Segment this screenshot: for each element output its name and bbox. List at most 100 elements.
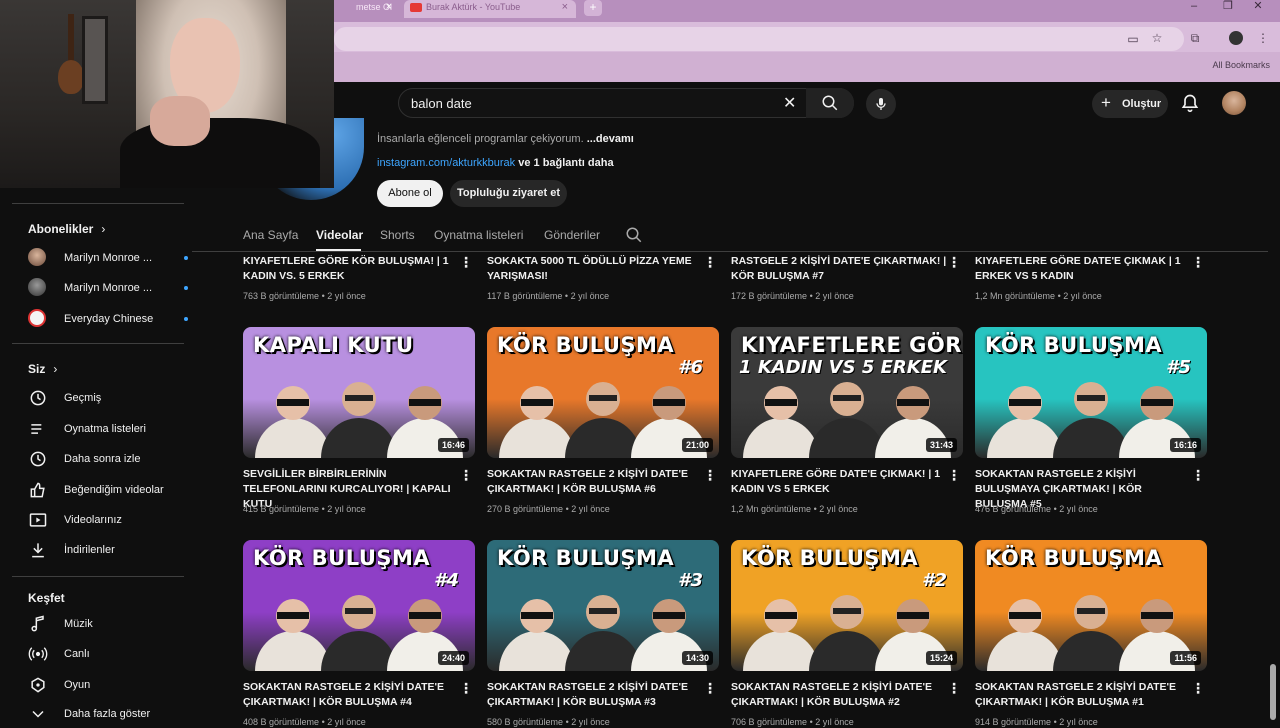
browser-tab-youtube[interactable]: Burak Aktürk - YouTube × [404, 0, 576, 18]
minimize-button[interactable]: – [1184, 0, 1204, 12]
address-bar[interactable] [334, 27, 1184, 51]
video-meta: 763 B görüntüleme • 2 yıl önce [243, 291, 366, 301]
video-menu-icon[interactable]: ⋮ [1191, 681, 1205, 695]
search-button[interactable] [806, 88, 854, 118]
all-bookmarks-link[interactable]: All Bookmarks [1212, 60, 1270, 70]
sidebar-item-liked-videos[interactable]: Beğendiğim videolar [28, 476, 188, 504]
tab-playlists[interactable]: Oynatma listeleri [434, 228, 523, 242]
sidebar-item-downloads[interactable]: İndirilenler [28, 536, 188, 564]
voice-search-button[interactable] [866, 89, 896, 119]
video-title[interactable]: SOKAKTAN RASTGELE 2 KİŞİYİ DATE'E ÇIKART… [487, 467, 707, 497]
meta-separator: • [1053, 717, 1057, 727]
video-menu-icon[interactable]: ⋮ [947, 255, 961, 269]
tab-shorts[interactable]: Shorts [380, 228, 415, 242]
channel-links[interactable]: instagram.com/akturkkburak ve 1 bağlantı… [377, 157, 614, 169]
page-scrollbar[interactable] [1270, 664, 1276, 720]
extensions-icon[interactable]: ⧉ [1188, 31, 1202, 45]
video-thumbnail[interactable]: KÖR BULUŞMA #6 21:00 [487, 327, 719, 458]
video-thumbnail[interactable]: KIYAFETLERE GÖRE DATE1 KADIN VS 5 ERKEK3… [731, 327, 963, 458]
thumbnail-title-text: KÖR BULUŞMA [497, 333, 675, 357]
tab-videos[interactable]: Videolar [316, 228, 363, 242]
search-input[interactable]: balon date [411, 96, 472, 111]
video-menu-icon[interactable]: ⋮ [459, 468, 473, 482]
video-title[interactable]: KIYAFETLERE GÖRE DATE'E ÇIKMAK | 1 ERKEK… [975, 254, 1195, 284]
explore-heading: Keşfet [28, 591, 65, 605]
video-menu-icon[interactable]: ⋮ [703, 255, 717, 269]
video-title[interactable]: SOKAKTAN RASTGELE 2 KİŞİYİ DATE'E ÇIKART… [243, 680, 463, 710]
video-views: 476 B görüntüleme [975, 504, 1052, 514]
video-menu-icon[interactable]: ⋮ [1191, 255, 1205, 269]
channel-description[interactable]: İnsanlarla eğlenceli programlar çekiyoru… [377, 133, 634, 145]
sidebar-subscription-3[interactable]: Everyday Chinese [28, 305, 188, 333]
more-links[interactable]: ve 1 bağlantı daha [518, 157, 613, 169]
sidebar-item-show-more[interactable]: Daha fazla göster [28, 700, 188, 728]
clear-search-icon[interactable]: ✕ [783, 93, 796, 113]
tab-1-close-icon[interactable]: × [386, 0, 392, 14]
video-duration: 21:00 [681, 438, 713, 452]
tab-posts[interactable]: Gönderiler [544, 228, 600, 242]
sidebar-subscription-1[interactable]: Marilyn Monroe ... [28, 244, 188, 272]
maximize-button[interactable]: ❐ [1218, 0, 1238, 12]
visit-community-button[interactable]: Topluluğu ziyaret et [450, 180, 567, 207]
video-menu-icon[interactable]: ⋮ [459, 255, 473, 269]
video-title[interactable]: RASTGELE 2 KİŞİYİ DATE'E ÇIKARTMAK! | KÖ… [731, 254, 951, 284]
video-thumbnail[interactable]: KÖR BULUŞMA #3 14:30 [487, 540, 719, 671]
video-thumbnail[interactable]: KÖR BULUŞMA #5 16:16 [975, 327, 1207, 458]
bookmarks-bar [334, 52, 1280, 82]
video-menu-icon[interactable]: ⋮ [703, 681, 717, 695]
video-thumbnail[interactable]: KAPALI KUTU 16:46 [243, 327, 475, 458]
subscribe-button[interactable]: Abone ol [377, 180, 443, 207]
video-thumbnail[interactable]: KÖR BULUŞMA 11:56 [975, 540, 1207, 671]
description-more-link[interactable]: ...devamı [587, 133, 634, 145]
video-menu-icon[interactable]: ⋮ [703, 468, 717, 482]
browser-tab-1[interactable]: metse Ol × [334, 0, 400, 18]
tabs-divider [192, 251, 1268, 252]
sidebar-item-music[interactable]: Müzik [28, 610, 188, 638]
video-title[interactable]: SOKAKTAN RASTGELE 2 KİŞİYİ DATE'E ÇIKART… [975, 680, 1195, 710]
video-title[interactable]: SOKAKTAN RASTGELE 2 KİŞİYİ DATE'E ÇIKART… [731, 680, 951, 710]
channel-search-button[interactable] [625, 226, 643, 244]
chrome-menu-icon[interactable]: ⋮ [1256, 31, 1270, 45]
bookmark-star-icon[interactable]: ☆ [1150, 31, 1164, 45]
search-box[interactable]: balon date ✕ [398, 88, 854, 118]
sidebar-item-your-videos[interactable]: Videolarınız [28, 506, 188, 534]
video-menu-icon[interactable]: ⋮ [947, 681, 961, 695]
video-thumbnail[interactable]: KÖR BULUŞMA #4 24:40 [243, 540, 475, 671]
profile-avatar-icon[interactable] [1229, 31, 1243, 45]
create-button[interactable]: + Oluştur [1092, 90, 1168, 118]
thumbnail-title-text: KAPALI KUTU [253, 333, 414, 357]
video-duration: 14:30 [681, 651, 713, 665]
video-title[interactable]: SOKAKTAN RASTGELE 2 KİŞİYİ DATE'E ÇIKART… [487, 680, 707, 710]
install-icon[interactable]: ▭ [1126, 32, 1140, 46]
sidebar-item-watch-later[interactable]: Daha sonra izle [28, 445, 188, 473]
sidebar-item-gaming[interactable]: Oyun [28, 671, 188, 699]
close-window-button[interactable]: ✕ [1248, 0, 1268, 12]
account-avatar[interactable] [1222, 91, 1246, 115]
subscriptions-heading[interactable]: Abonelikler › [28, 222, 105, 236]
download-icon [32, 543, 44, 558]
video-title[interactable]: KIYAFETLERE GÖRE KÖR BULUŞMA! | 1 KADIN … [243, 254, 463, 284]
you-heading[interactable]: Siz › [28, 362, 57, 376]
chevron-right-icon: › [101, 222, 106, 236]
video-menu-icon[interactable]: ⋮ [1191, 468, 1205, 482]
video-menu-icon[interactable]: ⋮ [459, 681, 473, 695]
thumbnail-title-text: KIYAFETLERE GÖRE DATE [741, 333, 963, 357]
tab-2-close-icon[interactable]: × [562, 0, 568, 14]
notifications-button[interactable] [1180, 93, 1200, 113]
sidebar-subscription-2[interactable]: Marilyn Monroe ... [28, 274, 188, 302]
instagram-link[interactable]: instagram.com/akturkkburak [377, 157, 515, 169]
video-menu-icon[interactable]: ⋮ [947, 468, 961, 482]
meta-separator: • [321, 504, 325, 514]
video-title[interactable]: SOKAKTA 5000 TL ÖDÜLLÜ PİZZA YEME YARIŞM… [487, 254, 707, 284]
video-views: 706 B görüntüleme [731, 717, 808, 727]
tab-home[interactable]: Ana Sayfa [243, 228, 298, 242]
person-hand [150, 96, 210, 146]
sidebar-item-label: Geçmiş [64, 392, 102, 404]
video-thumbnail[interactable]: KÖR BULUŞMA #2 15:24 [731, 540, 963, 671]
clock-icon [30, 451, 46, 467]
video-title[interactable]: KIYAFETLERE GÖRE DATE'E ÇIKMAK! | 1 KADI… [731, 467, 951, 497]
sidebar-item-live[interactable]: Canlı [28, 640, 188, 668]
sidebar-item-playlists[interactable]: Oynatma listeleri [28, 415, 188, 443]
sidebar-item-history[interactable]: Geçmiş [28, 384, 188, 412]
new-tab-button[interactable]: + [584, 0, 602, 16]
